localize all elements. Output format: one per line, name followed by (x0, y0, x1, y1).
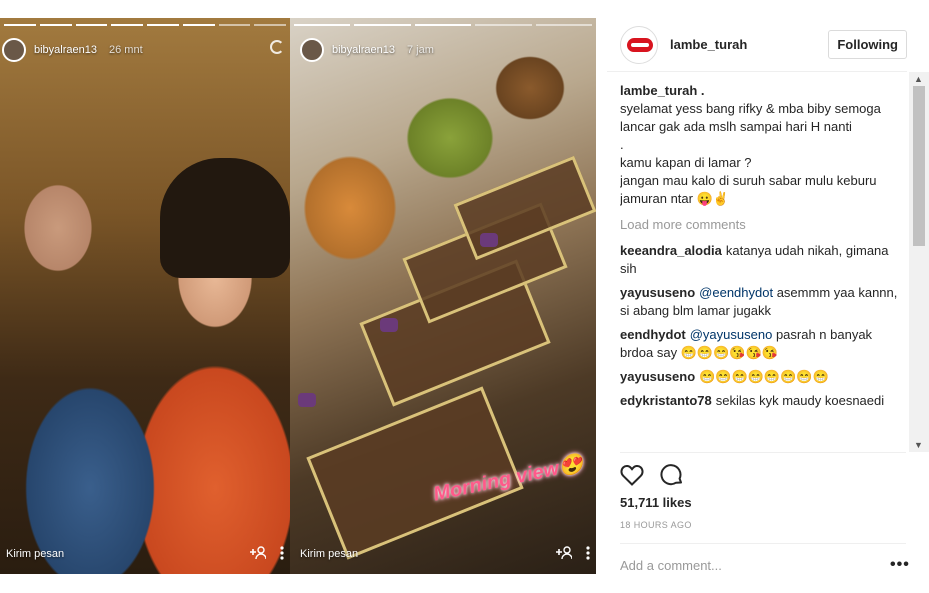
like-heart-icon[interactable] (619, 462, 645, 488)
comment-username[interactable]: keeandra_alodia (620, 243, 722, 258)
story-time: 7 jam (407, 44, 434, 56)
likes-count[interactable]: 51,711 likes (620, 495, 692, 510)
story-username[interactable]: bibyalraen13 (34, 44, 97, 56)
more-options-icon[interactable]: ••• (890, 556, 910, 574)
send-message-field[interactable]: Kirim pesan (300, 548, 540, 560)
loading-spinner-icon (270, 40, 284, 54)
story-footer: Kirim pesan (290, 534, 596, 574)
comment-text: sekilas kyk maudy koesnaedi (715, 393, 885, 408)
account-avatar[interactable] (620, 25, 658, 64)
comment-item: keeandra_alodia katanya udah nikah, giman… (620, 242, 906, 278)
story-avatar[interactable] (2, 38, 26, 62)
caption-username[interactable]: lambe_turah . (620, 82, 906, 100)
account-username[interactable]: lambe_turah (670, 37, 828, 52)
story-username[interactable]: bibyalraen13 (332, 44, 395, 56)
story-header: bibyalraen13 26 mnt (2, 38, 143, 62)
post-media[interactable]: bibyalraen13 26 mnt Kirim pesan bibyalra… (0, 18, 596, 574)
load-more-comments-link[interactable]: Load more comments (620, 216, 906, 234)
comment-item: eendhydot @yayususeno pasrah n banyak brd… (620, 326, 906, 362)
ribbon-bow (380, 318, 398, 332)
comments-list[interactable]: lambe_turah . syelamat yess bang rifky &… (620, 82, 906, 452)
post-header: lambe_turah Following (607, 18, 907, 72)
comment-item: yayususeno @eendhydot asemmm yaa kannn, s… (620, 284, 906, 320)
post-time[interactable]: 18 HOURS AGO (620, 520, 692, 530)
ribbon-bow (480, 233, 498, 247)
post-actions (619, 462, 685, 488)
story-time: 26 mnt (109, 44, 143, 56)
scroll-up-arrow-icon[interactable]: ▲ (914, 74, 923, 84)
story-progress-bar (4, 24, 286, 26)
ribbon-bow (298, 393, 316, 407)
comment-username[interactable]: eendhydot (620, 327, 686, 342)
comment-item: yayususeno 😁😁😁😁😁😁😁😁 (620, 368, 906, 386)
caption: lambe_turah . syelamat yess bang rifky &… (620, 82, 906, 208)
following-button[interactable]: Following (828, 30, 907, 59)
story-header: bibyalraen13 7 jam (300, 38, 434, 62)
story-progress-bar (294, 24, 593, 26)
comment-mention-link[interactable]: @eendhydot (699, 285, 773, 300)
send-message-field[interactable]: Kirim pesan (6, 548, 234, 560)
add-person-icon[interactable] (248, 545, 267, 563)
comment-item: edykristanto78 sekilas kyk maudy koesnaed… (620, 392, 906, 410)
divider (620, 543, 906, 544)
comment-username[interactable]: yayususeno (620, 285, 695, 300)
divider (620, 452, 906, 453)
comment-username[interactable]: edykristanto78 (620, 393, 712, 408)
add-comment-input[interactable] (620, 558, 870, 573)
story-photo-detail (160, 158, 290, 278)
story-frame-1: bibyalraen13 26 mnt Kirim pesan (0, 18, 290, 574)
caption-text: syelamat yess bang rifky & mba biby semo… (620, 101, 881, 206)
comments-scrollbar[interactable]: ▲ ▼ (909, 72, 929, 452)
comment-mention-link[interactable]: @yayususeno (690, 327, 773, 342)
comment-text: 😁😁😁😁😁😁😁😁 (699, 369, 829, 384)
comment-username[interactable]: yayususeno (620, 369, 695, 384)
story-avatar[interactable] (300, 38, 324, 62)
story-footer: Kirim pesan (0, 534, 290, 574)
scrollbar-thumb[interactable] (913, 86, 925, 246)
post-panel: lambe_turah Following lambe_turah . syel… (607, 18, 929, 593)
scroll-down-arrow-icon[interactable]: ▼ (914, 440, 923, 450)
add-person-icon[interactable] (554, 545, 573, 563)
more-vertical-icon[interactable] (280, 545, 284, 563)
more-vertical-icon[interactable] (586, 545, 590, 563)
comment-bubble-icon[interactable] (659, 462, 685, 488)
